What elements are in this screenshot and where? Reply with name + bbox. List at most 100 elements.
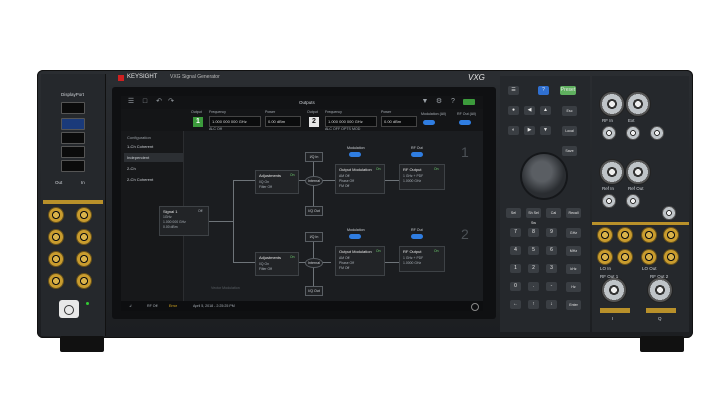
adjustments-1-block[interactable]: Adjustments On I/Q On Filter Off bbox=[255, 170, 299, 194]
sma-connector[interactable] bbox=[602, 194, 616, 208]
iq-out-2[interactable]: I/Q Out bbox=[305, 286, 323, 296]
rf-out-2-toggle[interactable] bbox=[411, 234, 423, 239]
sma-connector[interactable] bbox=[77, 230, 91, 244]
rf-out-1-toggle[interactable] bbox=[411, 152, 423, 157]
numpad-key[interactable]: 9 bbox=[546, 228, 557, 237]
redo-icon[interactable]: ↷ bbox=[167, 98, 175, 106]
numpad-key[interactable]: 0 bbox=[510, 282, 521, 291]
esc-key[interactable]: Esc bbox=[562, 106, 577, 116]
sidebar-item-1ch-coherent[interactable]: 1-Ch Coherent bbox=[124, 142, 183, 151]
home-icon[interactable] bbox=[471, 303, 479, 311]
numpad-key[interactable]: 1 bbox=[510, 264, 521, 273]
recall-key[interactable]: Recall bbox=[566, 208, 581, 218]
cal-key[interactable]: Cal bbox=[546, 208, 561, 218]
unit-key[interactable]: MHz bbox=[566, 246, 581, 256]
ref-out-connector[interactable] bbox=[626, 160, 650, 184]
sma-connector[interactable] bbox=[49, 230, 63, 244]
adjustments-2-block[interactable]: Adjustments On I/Q On Filter Off bbox=[255, 252, 299, 276]
unit-key[interactable]: Hz bbox=[566, 282, 581, 292]
nav-key[interactable]: ◀ bbox=[524, 106, 535, 115]
enter-key[interactable]: Enter bbox=[566, 300, 581, 310]
numpad-key[interactable]: 4 bbox=[510, 246, 521, 255]
rf-output-1-block[interactable]: RF Output On 1 GHz + PDF 1.0000 GHz bbox=[399, 164, 445, 190]
numpad-key[interactable]: 6 bbox=[546, 246, 557, 255]
numpad-key[interactable]: 8 bbox=[528, 228, 539, 237]
outputs-tab[interactable]: Outputs bbox=[299, 100, 315, 105]
output1-frequency-field[interactable]: 1.000 000 000 GHz bbox=[209, 116, 261, 127]
numpad-key[interactable]: - bbox=[546, 282, 557, 291]
sel-key[interactable]: Sel bbox=[506, 208, 521, 218]
sidebar-item-2ch[interactable]: 2-Ch bbox=[124, 164, 183, 173]
numpad-key[interactable]: 2 bbox=[528, 264, 539, 273]
usb-port-1[interactable] bbox=[61, 118, 85, 130]
output2-number-badge[interactable]: 2 bbox=[309, 117, 319, 127]
sma-connector[interactable] bbox=[49, 252, 63, 266]
rotary-knob[interactable] bbox=[522, 154, 566, 198]
filter-icon[interactable]: ▼ bbox=[421, 98, 429, 106]
status-error[interactable]: Error bbox=[169, 304, 177, 308]
usb-port-4[interactable] bbox=[61, 160, 85, 172]
usb-port-2[interactable] bbox=[61, 132, 85, 144]
sma-connector[interactable] bbox=[626, 126, 640, 140]
usb-port-3[interactable] bbox=[61, 146, 85, 158]
sma-connector[interactable] bbox=[49, 274, 63, 288]
rf-out-1-connector[interactable] bbox=[602, 278, 626, 302]
sma-connector[interactable] bbox=[602, 126, 616, 140]
folder-icon[interactable]: □ bbox=[141, 98, 149, 106]
modulation-all-toggle[interactable] bbox=[423, 120, 435, 125]
ext-connector[interactable] bbox=[626, 92, 650, 116]
output2-power-field[interactable]: 0.00 dBm bbox=[381, 116, 417, 127]
iq-out-1[interactable]: I/Q Out bbox=[305, 206, 323, 216]
help-key[interactable]: ? bbox=[538, 86, 549, 95]
nav-key[interactable]: ▼ bbox=[540, 126, 551, 135]
arrow-key[interactable]: ↓ bbox=[546, 300, 557, 309]
sma-connector[interactable] bbox=[664, 250, 678, 264]
back-icon[interactable]: ↲ bbox=[129, 304, 132, 308]
help-icon[interactable]: ? bbox=[449, 98, 457, 106]
gear-icon[interactable]: ⚙ bbox=[435, 98, 443, 106]
rf-out-all-toggle[interactable] bbox=[459, 120, 471, 125]
output-modulation-1-block[interactable]: Output Modulation On AM Off Phase Off FM… bbox=[335, 164, 385, 194]
sma-connector[interactable] bbox=[664, 228, 678, 242]
arrow-key[interactable]: ↑ bbox=[528, 300, 539, 309]
sma-connector[interactable] bbox=[598, 250, 612, 264]
sma-connector[interactable] bbox=[598, 228, 612, 242]
internal-switch-1[interactable]: Internal bbox=[305, 176, 323, 186]
output-modulation-2-block[interactable]: Output Modulation On AM Off Phase Off FM… bbox=[335, 246, 385, 276]
power-button[interactable] bbox=[59, 300, 79, 318]
sma-connector[interactable] bbox=[77, 274, 91, 288]
sma-connector[interactable] bbox=[618, 250, 632, 264]
sidebar-item-2ch-coherent[interactable]: 2-Ch Coherent bbox=[124, 175, 183, 184]
nav-key[interactable]: ▲ bbox=[540, 106, 551, 115]
rf-out-2-connector[interactable] bbox=[648, 278, 672, 302]
internal-switch-2[interactable]: Internal bbox=[305, 258, 323, 268]
nav-key[interactable]: ● bbox=[508, 106, 519, 115]
output1-power-field[interactable]: 0.00 dBm bbox=[265, 116, 301, 127]
numpad-key[interactable]: 7 bbox=[510, 228, 521, 237]
iq-in-1[interactable]: I/Q In bbox=[305, 152, 323, 162]
rf-in-connector[interactable] bbox=[600, 92, 624, 116]
sh-sel-sw-key[interactable]: Sh Sel Sw bbox=[526, 208, 541, 225]
sma-connector[interactable] bbox=[77, 208, 91, 222]
backspace-key[interactable]: ← bbox=[510, 300, 521, 309]
signal-1-block[interactable]: Signal 1 Off 1GHz 1.000 000 GHz 0.00 dBm bbox=[159, 206, 209, 236]
menu-key[interactable]: ☰ bbox=[508, 86, 519, 95]
unit-key[interactable]: kHz bbox=[566, 264, 581, 274]
numpad-key[interactable]: 5 bbox=[528, 246, 539, 255]
modulation-1-toggle[interactable] bbox=[349, 152, 361, 157]
numpad-key[interactable]: 3 bbox=[546, 264, 557, 273]
sidebar-item-independent[interactable]: Independent bbox=[124, 153, 183, 162]
sma-connector[interactable] bbox=[626, 194, 640, 208]
sma-connector[interactable] bbox=[49, 208, 63, 222]
undo-icon[interactable]: ↶ bbox=[155, 98, 163, 106]
preset-key[interactable]: Preset bbox=[560, 86, 576, 95]
sma-connector[interactable] bbox=[642, 250, 656, 264]
local-key[interactable]: Local bbox=[562, 126, 577, 136]
ref-in-connector[interactable] bbox=[600, 160, 624, 184]
displayport-connector[interactable] bbox=[61, 102, 85, 114]
nav-key[interactable]: ▶ bbox=[524, 126, 535, 135]
iq-in-2[interactable]: I/Q In bbox=[305, 232, 323, 242]
sma-connector[interactable] bbox=[650, 126, 664, 140]
sma-connector[interactable] bbox=[642, 228, 656, 242]
output2-frequency-field[interactable]: 1.000 000 000 GHz bbox=[325, 116, 377, 127]
